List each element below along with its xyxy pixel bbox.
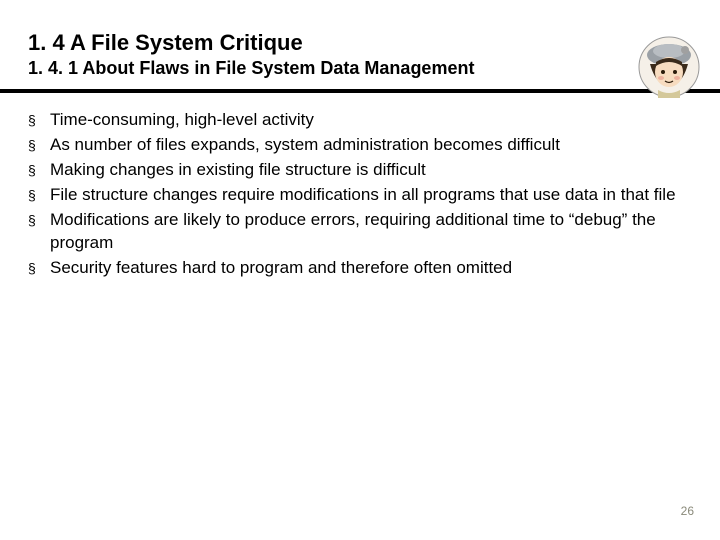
bullet-text: Security features hard to program and th…: [50, 257, 692, 280]
bullet-marker-icon: §: [28, 257, 50, 279]
slide-title: 1. 4 A File System Critique: [28, 30, 692, 56]
slide-subtitle: 1. 4. 1 About Flaws in File System Data …: [28, 58, 692, 79]
bullet-marker-icon: §: [28, 159, 50, 181]
list-item: § File structure changes require modific…: [28, 184, 692, 207]
list-item: § As number of files expands, system adm…: [28, 134, 692, 157]
slide-header: 1. 4 A File System Critique 1. 4. 1 Abou…: [0, 22, 720, 85]
bullet-text: Modifications are likely to produce erro…: [50, 209, 692, 255]
bullet-text: As number of files expands, system admin…: [50, 134, 692, 157]
top-strip: [0, 0, 720, 22]
slide-content: § Time-consuming, high-level activity § …: [0, 93, 720, 280]
bullet-text: File structure changes require modificat…: [50, 184, 692, 207]
bullet-marker-icon: §: [28, 109, 50, 131]
list-item: § Modifications are likely to produce er…: [28, 209, 692, 255]
bullet-text: Time-consuming, high-level activity: [50, 109, 692, 132]
bullet-marker-icon: §: [28, 134, 50, 156]
bullet-marker-icon: §: [28, 209, 50, 231]
bullet-text: Making changes in existing file structur…: [50, 159, 692, 182]
list-item: § Time-consuming, high-level activity: [28, 109, 692, 132]
list-item: § Security features hard to program and …: [28, 257, 692, 280]
list-item: § Making changes in existing file struct…: [28, 159, 692, 182]
bullet-list: § Time-consuming, high-level activity § …: [28, 109, 692, 280]
cartoon-avatar-icon: [638, 36, 700, 98]
bullet-marker-icon: §: [28, 184, 50, 206]
page-number: 26: [681, 504, 694, 518]
